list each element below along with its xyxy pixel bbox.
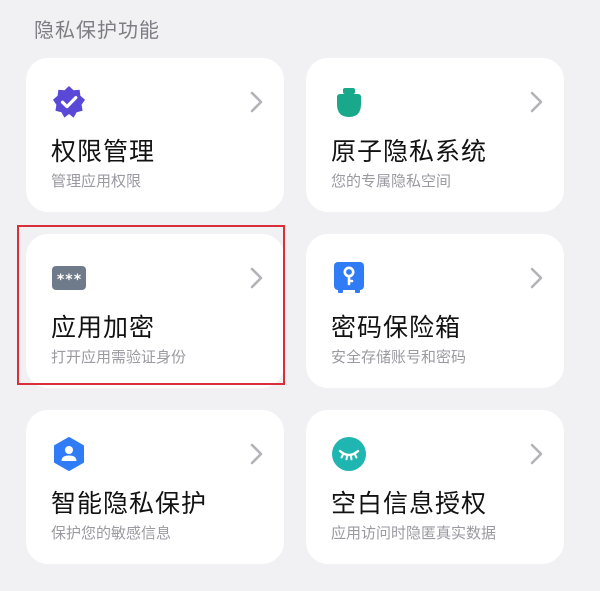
chevron-right-icon [530,91,543,113]
section-title: 隐私保护功能 [34,18,160,42]
card-title: 智能隐私保护 [51,489,208,518]
chevron-right-icon [250,267,263,289]
svg-text:***: *** [56,272,81,288]
verified-badge-icon [53,86,85,118]
card-subtitle: 您的专属隐私空间 [331,172,452,190]
blank-info-authorization-card[interactable]: 空白信息授权 应用访问时隐匿真实数据 [306,410,564,564]
card-title: 空白信息授权 [331,489,488,518]
card-title: 应用加密 [51,313,156,342]
key-safe-icon [334,262,364,293]
privacy-space-icon [337,88,361,117]
atomic-privacy-system-card[interactable]: 原子隐私系统 您的专属隐私空间 [306,58,564,212]
card-subtitle: 打开应用需验证身份 [51,348,187,366]
user-shield-icon [54,437,84,471]
card-subtitle: 管理应用权限 [51,172,142,190]
chevron-right-icon [530,443,543,465]
app-encryption-card[interactable]: *** 应用加密 打开应用需验证身份 [26,234,284,388]
chevron-right-icon [530,267,543,289]
card-subtitle: 应用访问时隐匿真实数据 [331,524,497,542]
password-icon: *** [52,266,86,290]
password-safe-card[interactable]: 密码保险箱 安全存储账号和密码 [306,234,564,388]
card-subtitle: 保护您的敏感信息 [51,524,172,542]
chevron-right-icon [250,91,263,113]
card-title: 原子隐私系统 [331,137,488,166]
card-subtitle: 安全存储账号和密码 [331,348,467,366]
chevron-right-icon [250,443,263,465]
smart-privacy-protection-card[interactable]: 智能隐私保护 保护您的敏感信息 [26,410,284,564]
card-title: 密码保险箱 [331,313,462,342]
closed-eye-icon [332,437,366,471]
permission-management-card[interactable]: 权限管理 管理应用权限 [26,58,284,212]
card-title: 权限管理 [51,137,156,166]
